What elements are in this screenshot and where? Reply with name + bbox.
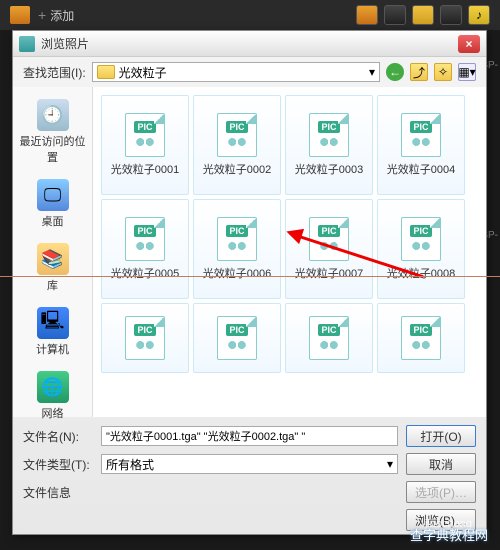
file-dialog: 浏览照片 × 查找范围(I): 光效粒子 ▾ ← ⤴ ✧ ▦▾ 🕘最近访问的位置… <box>12 30 487 535</box>
sidebar-label: 最近访问的位置 <box>17 133 88 165</box>
fileinfo-label: 文件信息 <box>23 484 93 501</box>
filetype-label: 文件类型(T): <box>23 456 93 473</box>
up-button[interactable]: ⤴ <box>410 63 428 81</box>
filename-input[interactable] <box>101 426 398 446</box>
file-item[interactable]: PIC <box>193 303 281 373</box>
lookup-row: 查找范围(I): 光效粒子 ▾ ← ⤴ ✧ ▦▾ <box>13 57 486 87</box>
file-item[interactable]: PIC光效粒子0008 <box>377 199 465 299</box>
new-folder-button[interactable]: ✧ <box>434 63 452 81</box>
file-item[interactable]: PIC光效粒子0007 <box>285 199 373 299</box>
add-button[interactable]: +添加 <box>38 7 74 24</box>
sidebar-label: 网络 <box>42 405 64 421</box>
sidebar-label: 桌面 <box>42 213 64 229</box>
plus-icon: + <box>38 7 46 23</box>
sidebar-item-network[interactable]: 🌐 网络 <box>33 367 73 425</box>
file-item[interactable]: PIC光效粒子0003 <box>285 95 373 195</box>
file-item[interactable]: PIC光效粒子0001 <box>101 95 189 195</box>
library-icon: 📚 <box>37 243 69 275</box>
toolbar-folder-button[interactable] <box>356 5 378 25</box>
file-item[interactable]: PIC光效粒子0004 <box>377 95 465 195</box>
chevron-down-icon: ▾ <box>387 457 393 471</box>
app-toolbar: +添加 ♪ <box>0 0 500 30</box>
open-button[interactable]: 打开(O) <box>406 425 476 447</box>
toolbar-button-2[interactable] <box>412 5 434 25</box>
sidebar-label: 计算机 <box>36 341 69 357</box>
watermark-text: 查字典教程网 <box>410 525 488 544</box>
file-item[interactable]: PIC光效粒子0005 <box>101 199 189 299</box>
tab-icon <box>10 6 30 24</box>
chevron-down-icon: ▾ <box>369 65 375 79</box>
dialog-titlebar[interactable]: 浏览照片 × <box>13 31 486 57</box>
file-item[interactable]: PIC <box>101 303 189 373</box>
folder-name: 光效粒子 <box>119 64 167 81</box>
toolbar-music-button[interactable]: ♪ <box>468 5 490 25</box>
toolbar-button-3[interactable] <box>440 5 462 25</box>
dialog-title: 浏览照片 <box>41 35 89 52</box>
toolbar-button-1[interactable] <box>384 5 406 25</box>
computer-icon: 🖳 <box>37 307 69 339</box>
view-button[interactable]: ▦▾ <box>458 63 476 81</box>
options-button[interactable]: 选项(P)… <box>406 481 476 503</box>
cancel-button[interactable]: 取消 <box>406 453 476 475</box>
file-item[interactable]: PIC <box>377 303 465 373</box>
filename-label: 文件名(N): <box>23 428 93 445</box>
sidebar-item-desktop[interactable]: 🖵 桌面 <box>33 175 73 233</box>
folder-dropdown[interactable]: 光效粒子 ▾ <box>92 62 380 82</box>
recent-icon: 🕘 <box>37 99 69 131</box>
places-sidebar: 🕘最近访问的位置 🖵桌面 📚库 🖳计算机 🌐网络 <box>13 87 93 417</box>
sidebar-item-library[interactable]: 📚库 <box>33 239 73 297</box>
filetype-dropdown[interactable]: 所有格式▾ <box>101 454 398 474</box>
file-grid: PIC光效粒子0001 PIC光效粒子0002 PIC光效粒子0003 PIC光… <box>93 87 486 417</box>
sidebar-item-recent[interactable]: 🕘最近访问的位置 <box>13 95 92 169</box>
annotation-line <box>0 276 500 277</box>
file-item[interactable]: PIC光效粒子0006 <box>193 199 281 299</box>
close-button[interactable]: × <box>458 35 480 53</box>
desktop-icon: 🖵 <box>37 179 69 211</box>
lookup-label: 查找范围(I): <box>23 64 86 81</box>
dialog-bottom: 文件名(N): 打开(O) 文件类型(T): 所有格式▾ 取消 文件信息 选项(… <box>13 417 486 539</box>
sidebar-item-computer[interactable]: 🖳 计算机 <box>32 303 73 361</box>
add-label: 添加 <box>50 7 74 24</box>
sidebar-label: 库 <box>47 277 58 293</box>
back-button[interactable]: ← <box>386 63 404 81</box>
folder-icon <box>97 65 115 79</box>
file-item[interactable]: PIC光效粒子0002 <box>193 95 281 195</box>
file-item[interactable]: PIC <box>285 303 373 373</box>
dialog-icon <box>19 36 35 52</box>
network-icon: 🌐 <box>37 371 69 403</box>
